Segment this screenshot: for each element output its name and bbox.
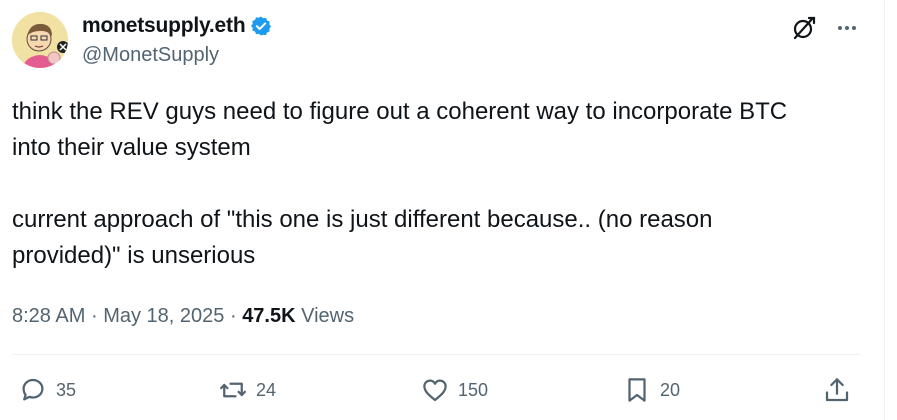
share-icon	[825, 378, 849, 402]
meta-separator: ·	[229, 305, 237, 327]
repost-icon	[220, 382, 246, 398]
post-date[interactable]: May 18, 2025	[103, 305, 224, 327]
like-button[interactable]: 150	[420, 372, 488, 408]
author-name-row[interactable]: monetsupply.eth	[82, 12, 272, 40]
repost-count: 24	[256, 379, 277, 400]
share-button[interactable]	[822, 372, 852, 408]
like-count: 150	[458, 379, 489, 400]
avatar-illustration	[12, 12, 68, 68]
meta-separator: ·	[90, 305, 98, 327]
views-label: Views	[301, 305, 355, 327]
more-options-icon[interactable]	[833, 14, 861, 42]
views-count: 47.5K	[242, 305, 296, 327]
reply-icon	[22, 378, 44, 401]
right-border	[884, 0, 885, 420]
heart-icon	[423, 379, 447, 402]
divider	[12, 354, 861, 355]
bookmark-count: 20	[660, 379, 681, 400]
bookmark-button[interactable]: 20	[622, 372, 680, 408]
handle[interactable]: @MonetSupply	[82, 44, 219, 67]
post-time[interactable]: 8:28 AM	[12, 305, 85, 327]
repost-button[interactable]: 24	[218, 372, 276, 408]
avatar[interactable]	[12, 12, 68, 68]
reply-count: 35	[56, 379, 77, 400]
verified-badge-icon[interactable]	[250, 15, 272, 37]
post-text: think the REV guys need to figure out a …	[12, 98, 788, 269]
bookmark-icon	[628, 378, 646, 402]
grok-icon[interactable]	[790, 14, 818, 42]
post-meta: 8:28 AM · May 18, 2025 · 47.5K Views	[12, 300, 354, 332]
display-name[interactable]: monetsupply.eth	[82, 14, 246, 38]
reply-button[interactable]: 35	[18, 372, 76, 408]
